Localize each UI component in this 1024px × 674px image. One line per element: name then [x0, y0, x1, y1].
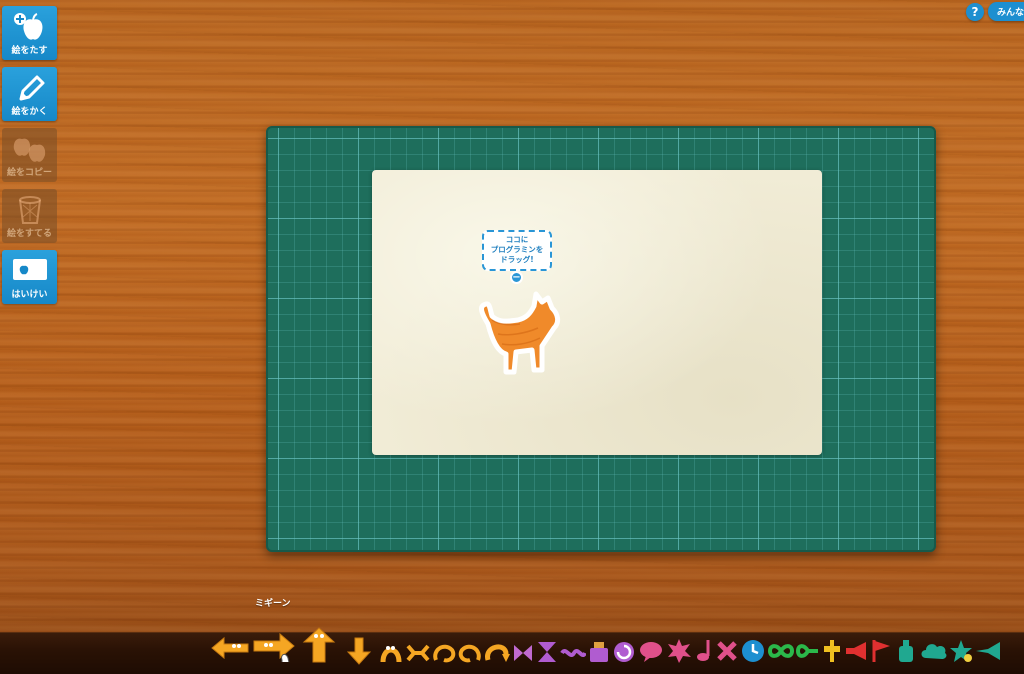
- burst-character-icon[interactable]: [666, 638, 692, 668]
- music-note-character-icon[interactable]: [694, 638, 714, 668]
- drag-hint-bubble: ココに プログラミンを ドラッグ!: [482, 230, 552, 271]
- up-arrow-character-icon[interactable]: [302, 626, 336, 668]
- turn-character-icon[interactable]: [484, 640, 510, 668]
- help-button[interactable]: ?: [966, 3, 984, 21]
- hint-line-3: ドラッグ!: [500, 255, 534, 264]
- right-arrow-character-icon[interactable]: [252, 632, 296, 669]
- infinity-character-icon[interactable]: [767, 642, 795, 664]
- background-button[interactable]: はいけい: [2, 250, 57, 304]
- down-arrow-character-icon[interactable]: [346, 636, 372, 670]
- megaphone-character-icon[interactable]: [844, 640, 870, 666]
- rotate-character-icon[interactable]: [458, 642, 482, 668]
- character-palette: [210, 622, 1010, 670]
- hint-line-1: ココに: [505, 235, 529, 244]
- circle-arrow-character-icon[interactable]: [612, 640, 636, 668]
- pin-character-icon[interactable]: [822, 638, 842, 668]
- copy-picture-button[interactable]: 絵をコピー: [2, 128, 57, 182]
- delete-picture-label: 絵をすてる: [6, 229, 53, 239]
- draw-picture-button[interactable]: 絵をかく: [2, 67, 57, 121]
- stage-paper[interactable]: [372, 170, 822, 455]
- background-icon: [2, 256, 57, 282]
- minna-button[interactable]: みんな: [988, 2, 1024, 21]
- clock-character-icon[interactable]: [740, 638, 766, 668]
- hint-line-2: プログラミンを: [490, 245, 544, 254]
- sidebar: 絵をたす 絵をかく 絵をコピー 絵をすてる はいけい: [2, 6, 58, 311]
- star-character-icon[interactable]: [948, 638, 974, 668]
- cross-character-icon[interactable]: [716, 640, 738, 666]
- delete-picture-button[interactable]: 絵をすてる: [2, 189, 57, 243]
- draw-picture-label: 絵をかく: [11, 107, 48, 117]
- box-character-icon[interactable]: [588, 638, 610, 668]
- trash-icon: [2, 195, 57, 225]
- left-arrow-character-icon[interactable]: [210, 636, 250, 664]
- cloud-character-icon[interactable]: [920, 640, 948, 666]
- bottle-character-icon[interactable]: [896, 638, 916, 668]
- flip-character-icon[interactable]: [512, 642, 534, 668]
- add-picture-label: 絵をたす: [11, 46, 48, 56]
- background-label: はいけい: [11, 290, 48, 300]
- flag-character-icon[interactable]: [870, 638, 892, 668]
- apples-copy-icon: [2, 134, 57, 164]
- rotate-character-icon[interactable]: [432, 642, 456, 668]
- loop-character-icon[interactable]: [795, 642, 820, 664]
- trumpet-character-icon[interactable]: [974, 640, 1004, 666]
- pencil-icon: [2, 73, 57, 103]
- copy-picture-label: 絵をコピー: [6, 168, 52, 178]
- apple-add-icon: [2, 12, 57, 42]
- speech-bubble-character-icon[interactable]: [638, 640, 664, 668]
- cat-sprite[interactable]: [468, 284, 568, 390]
- stretch-character-icon[interactable]: [406, 642, 430, 668]
- wave-character-icon[interactable]: [560, 644, 587, 666]
- hovered-character-label: ミギーン: [255, 599, 291, 609]
- jump-character-icon[interactable]: [380, 642, 402, 668]
- collapse-minus-icon[interactable]: −: [510, 271, 523, 284]
- hourglass-character-icon[interactable]: [536, 640, 558, 668]
- add-picture-button[interactable]: 絵をたす: [2, 6, 57, 60]
